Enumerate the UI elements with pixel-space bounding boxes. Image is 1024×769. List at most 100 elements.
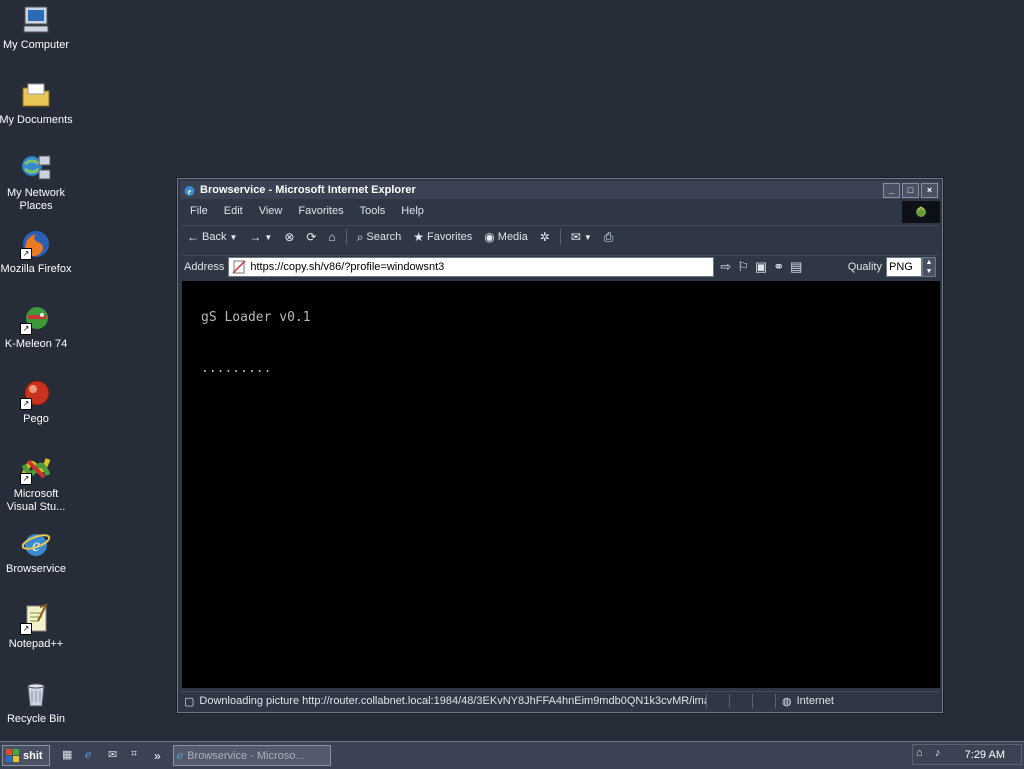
address-url: https://copy.sh/v86/?profile=windowsnt3	[250, 261, 445, 273]
start-button[interactable]: shit	[2, 745, 50, 766]
desktop-icon-k-meleon[interactable]: ↗ K-Meleon 74	[0, 303, 73, 351]
windows-logo-icon	[6, 748, 19, 762]
search-button[interactable]: ⌕ Search	[352, 230, 407, 245]
more-chevron-icon[interactable]: »	[154, 749, 161, 763]
find-icon[interactable]: ⚭	[773, 259, 784, 275]
go-arrow-icon[interactable]: ⇨	[720, 259, 731, 275]
desktop-icon-label: Browservice	[6, 563, 66, 575]
taskbar: shit ▦ ℯ ✉ ⌗ » ℯ Browservice - Microso..…	[0, 741, 1024, 769]
save-page-icon[interactable]: ▣	[755, 259, 767, 275]
desktop-icon-my-documents[interactable]: My Documents	[0, 79, 73, 127]
quality-spinner[interactable]: ▲ ▼	[922, 257, 936, 277]
network-icon	[20, 152, 52, 184]
maximize-button[interactable]: □	[902, 183, 919, 198]
desktop-icon-label: Recycle Bin	[6, 713, 66, 725]
back-button[interactable]: ← Back ▼	[182, 230, 242, 244]
desktop-icon-recycle-bin[interactable]: Recycle Bin	[0, 678, 73, 726]
volume-tray-icon[interactable]: ♪	[935, 747, 951, 763]
status-bar: ▢ Downloading picture http://router.coll…	[180, 691, 940, 710]
menu-help[interactable]: Help	[393, 205, 432, 217]
menu-file[interactable]: File	[182, 205, 216, 217]
page-viewport[interactable]: gS Loader v0.1 .........	[182, 281, 940, 688]
shortcut-arrow-icon: ↗	[20, 473, 32, 485]
windows-logo-throbber	[902, 201, 940, 223]
zone-label: Internet	[796, 695, 834, 707]
desktop-icon-label: My Documents	[0, 114, 73, 126]
quick-launch: ▦ ℯ ✉ ⌗ »	[62, 748, 161, 764]
internet-explorer-icon: ℯ	[176, 750, 184, 762]
terminal-line-progress: .........	[201, 361, 272, 376]
menu-edit[interactable]: Edit	[216, 205, 251, 217]
favorites-label: Favorites	[427, 231, 473, 243]
window-titlebar[interactable]: e Browservice - Microsoft Internet Explo…	[180, 181, 940, 199]
search-icon: ⌕	[356, 229, 364, 244]
desktop-icon-mozilla-firefox[interactable]: ↗ Mozilla Firefox	[0, 228, 73, 276]
dropdown-arrow-icon[interactable]: ▼	[229, 233, 237, 242]
minimize-button[interactable]: _	[883, 183, 900, 198]
windows-explorer-icon[interactable]: ⌗	[131, 748, 147, 764]
bookmark-icon[interactable]: ⚐	[737, 259, 749, 275]
favorites-button[interactable]: ★ Favorites	[408, 230, 477, 244]
task-label: Browservice - Microso...	[187, 749, 305, 762]
history-button[interactable]: ✲	[535, 230, 555, 244]
back-arrow-icon: ←	[187, 230, 199, 244]
desktop-icon-label: My Network Places	[6, 187, 66, 212]
refresh-button[interactable]: ⟳	[301, 230, 321, 244]
desktop-icon-label: My Computer	[2, 39, 70, 51]
taskbar-button-browservice[interactable]: ℯ Browservice - Microso...	[172, 745, 331, 766]
internet-explorer-icon: e	[20, 528, 52, 560]
quality-select[interactable]: PNG	[886, 257, 922, 277]
clock[interactable]: 7:29 AM	[965, 749, 1005, 761]
print-button[interactable]: ⎙	[599, 230, 619, 245]
close-button[interactable]: ×	[921, 183, 938, 198]
browser-window[interactable]: e Browservice - Microsoft Internet Explo…	[177, 178, 943, 713]
home-icon: ⌂	[328, 230, 336, 244]
outlook-express-icon[interactable]: ✉	[108, 748, 124, 764]
desktop-icon-label: Mozilla Firefox	[0, 263, 72, 275]
desktop-icon-my-computer[interactable]: My Computer	[0, 4, 73, 52]
search-label: Search	[366, 231, 402, 243]
forward-button[interactable]: → ▼	[244, 230, 277, 244]
toolbar-separator	[345, 229, 347, 245]
mail-button[interactable]: ✉ ▼	[566, 230, 597, 244]
history-icon: ✲	[539, 230, 550, 244]
svg-text:e: e	[188, 187, 192, 196]
desktop-icon-label: K-Meleon 74	[4, 338, 68, 350]
media-button[interactable]: ◉ Media	[479, 230, 532, 244]
status-text: Downloading picture http://router.collab…	[199, 695, 706, 707]
stop-button[interactable]: ⊗	[279, 230, 299, 244]
menu-tools[interactable]: Tools	[352, 205, 394, 217]
back-label: Back	[202, 231, 227, 243]
shortcut-arrow-icon: ↗	[20, 248, 32, 260]
globe-icon: ◍	[782, 695, 792, 708]
desktop-icon-pego[interactable]: ↗ Pego	[0, 378, 73, 426]
desktop-icon-label: Notepad++	[8, 638, 64, 650]
internet-explorer-icon: e	[184, 185, 195, 196]
menu-view[interactable]: View	[251, 205, 291, 217]
desktop-icon-visual-studio[interactable]: ↗ Microsoft Visual Stu...	[0, 453, 73, 514]
shortcut-arrow-icon: ↗	[20, 398, 32, 410]
show-desktop-icon[interactable]: ▦	[62, 748, 78, 764]
standard-toolbar: ← Back ▼ → ▼ ⊗ ⟳ ⌂ ⌕ Search ★ Favorites ◉ Medi…	[182, 225, 938, 248]
address-input[interactable]: https://copy.sh/v86/?profile=windowsnt3	[228, 257, 715, 277]
status-lock-cell	[729, 694, 752, 708]
dropdown-arrow-icon[interactable]: ▼	[264, 233, 272, 242]
internet-explorer-icon[interactable]: ℯ	[85, 748, 101, 764]
toolbar-separator	[559, 229, 561, 245]
refresh-icon: ⟳	[306, 230, 317, 244]
quality-label: Quality	[847, 261, 882, 273]
pego-icon: ↗	[20, 378, 52, 410]
desktop-icon-browservice[interactable]: e Browservice	[0, 528, 73, 576]
dropdown-arrow-icon[interactable]: ▼	[584, 233, 592, 242]
stop-icon: ⊗	[284, 230, 295, 244]
print-icon: ⎙	[603, 229, 614, 244]
shortcut-arrow-icon: ↗	[20, 623, 32, 635]
desktop-icon-notepadpp[interactable]: ↗ Notepad++	[0, 603, 73, 651]
media-label: Media	[497, 231, 528, 243]
desktop-icon-my-network-places[interactable]: My Network Places	[0, 152, 73, 213]
clipboard-icon[interactable]: ▤	[790, 259, 802, 275]
network-tray-icon[interactable]: ⌂	[916, 747, 932, 763]
visual-studio-icon: ↗	[20, 453, 52, 485]
home-button[interactable]: ⌂	[323, 230, 340, 244]
menu-favorites[interactable]: Favorites	[290, 205, 351, 217]
